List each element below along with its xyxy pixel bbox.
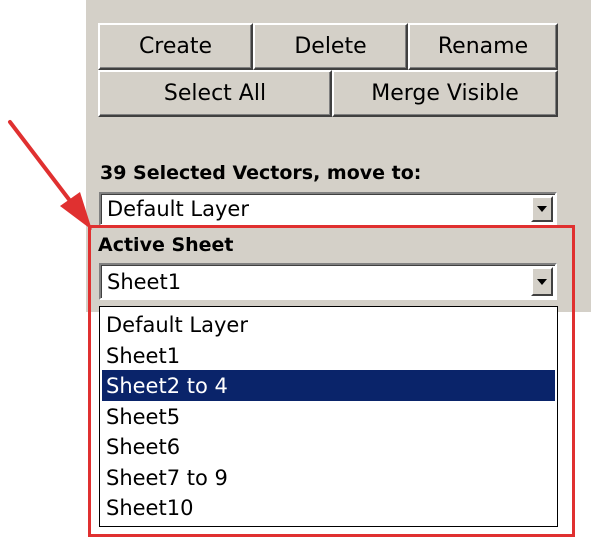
annotation-arrow-icon: [8, 120, 92, 230]
